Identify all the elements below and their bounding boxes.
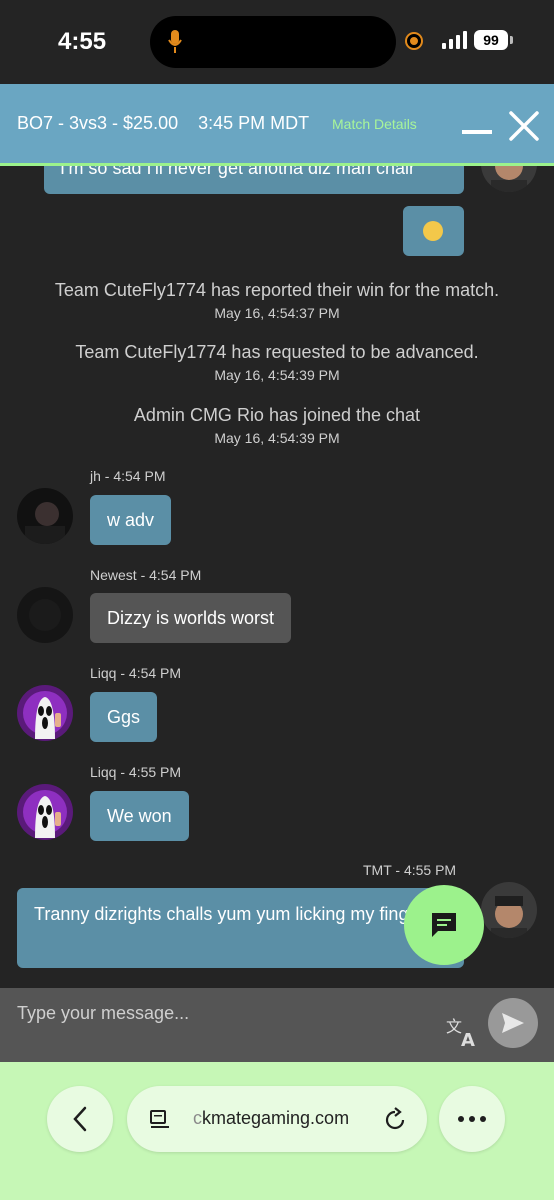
more-options-button[interactable] [439, 1086, 505, 1152]
system-message: Admin CMG Rio has joined the chat May 16… [0, 405, 554, 446]
message-bubble: Tranny dizrights challs yum yum licking … [17, 888, 464, 968]
avatar-jh[interactable] [17, 488, 73, 544]
avatar-image [17, 587, 73, 643]
svg-text:文: 文 [446, 1017, 462, 1036]
message-sender: Newest - 4:54 PM [90, 567, 202, 583]
message-bubble: Ggs [90, 692, 158, 742]
dynamic-island [150, 16, 396, 68]
avatar-image [17, 488, 73, 544]
url-text[interactable]: ckmategaming.com [193, 1108, 349, 1129]
match-details-link[interactable]: Match Details [332, 116, 417, 132]
message-input[interactable] [17, 998, 417, 1028]
chat-bubble-icon [432, 913, 456, 937]
message-bubble: Dizzy is worlds worst [90, 593, 292, 643]
system-message-time: May 16, 4:54:39 PM [214, 367, 340, 383]
message-sender: Liqq - 4:55 PM [90, 764, 182, 780]
system-message: Team CuteFly1774 has requested to be adv… [0, 342, 554, 383]
avatar-image [17, 784, 73, 840]
message-sender: TMT - 4:55 PM [363, 862, 457, 878]
browser-toolbar: ckmategaming.com [0, 1062, 554, 1200]
more-horizontal-icon [458, 1116, 486, 1122]
reload-icon[interactable] [383, 1106, 407, 1132]
chevron-left-icon [73, 1106, 87, 1132]
url-faded-text: c [193, 1108, 202, 1128]
signal-icon [442, 31, 468, 49]
battery-nub [510, 36, 513, 44]
close-icon[interactable] [508, 110, 540, 142]
avatar-image [17, 685, 73, 741]
minimize-button[interactable] [462, 130, 492, 134]
back-button[interactable] [47, 1086, 113, 1152]
battery-icon: 99 [474, 30, 508, 50]
system-message-text: Team CuteFly1774 has requested to be adv… [75, 342, 479, 362]
message-bubble-emoji [403, 206, 464, 256]
system-message-time: May 16, 4:54:37 PM [214, 305, 340, 321]
message-bubble: We won [90, 791, 189, 841]
avatar-newest[interactable] [17, 587, 73, 643]
system-message-time: May 16, 4:54:39 PM [214, 430, 340, 446]
message-sender: Liqq - 4:54 PM [90, 665, 182, 681]
message-sender: jh - 4:54 PM [90, 468, 166, 484]
chat-fab-button[interactable] [404, 885, 484, 965]
match-header: BO7 - 3vs3 - $25.00 3:45 PM MDT Match De… [0, 84, 554, 166]
avatar-image [481, 882, 537, 938]
status-bar: 4:55 99 [0, 0, 554, 84]
avatar-tmt[interactable] [481, 882, 537, 938]
system-message-text: Admin CMG Rio has joined the chat [133, 405, 421, 425]
send-button[interactable] [488, 998, 538, 1048]
send-icon [502, 1013, 524, 1033]
message-bubble: w adv [90, 495, 172, 545]
avatar-liqq[interactable] [17, 784, 73, 840]
translate-icon[interactable]: 文 A [446, 1016, 480, 1048]
microphone-icon [168, 30, 182, 53]
recording-indicator-icon [407, 34, 421, 48]
address-bar[interactable]: ckmategaming.com [127, 1086, 427, 1152]
crying-face-emoji-icon [423, 221, 443, 241]
status-time: 4:55 [58, 28, 107, 55]
avatar-liqq[interactable] [17, 685, 73, 741]
message-input-bar: 文 A [0, 988, 554, 1062]
reader-icon[interactable] [149, 1108, 171, 1130]
url-main-text: kmategaming.com [202, 1108, 350, 1128]
system-message-text: Team CuteFly1774 has reported their win … [54, 280, 500, 300]
system-message: Team CuteFly1774 has reported their win … [0, 280, 554, 321]
match-title: BO7 - 3vs3 - $25.00 3:45 PM MDT [17, 113, 310, 133]
svg-text:A: A [461, 1030, 475, 1048]
